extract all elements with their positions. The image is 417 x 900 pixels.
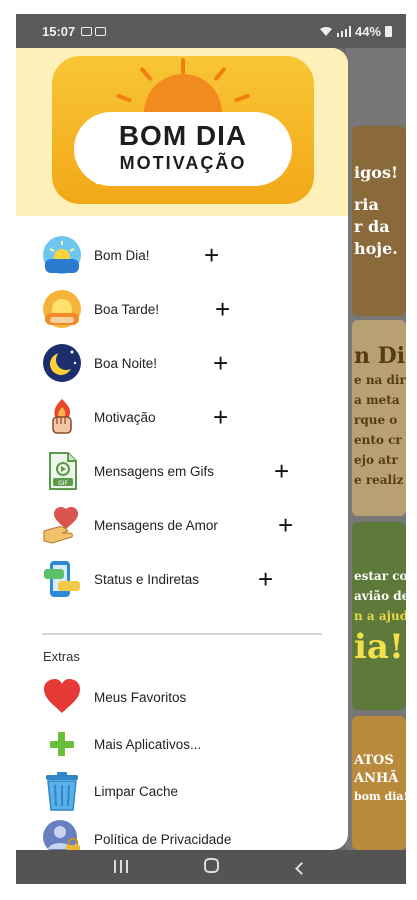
- back-icon: [294, 861, 308, 875]
- logo-title: BOM DIA: [118, 120, 248, 151]
- menu-item-label: Mensagens em Gifs: [94, 463, 215, 479]
- menu-item-label: Política de Privacidade: [94, 831, 232, 847]
- gif-file-icon: GIF: [49, 452, 77, 490]
- expand-plus-icon[interactable]: +: [278, 512, 293, 538]
- signal-icon: [336, 25, 351, 37]
- recents-icon: [114, 859, 128, 873]
- logo-subtitle: MOTIVAÇÃO: [119, 153, 247, 173]
- image-notification-icon: [81, 26, 93, 36]
- app-logo: BOM DIA MOTIVAÇÃO: [52, 56, 314, 204]
- hand-heart-icon: [43, 506, 78, 544]
- phone-chat-icon: [44, 561, 80, 597]
- status-bar: 15:07 44%: [16, 14, 406, 48]
- home-button[interactable]: [191, 857, 231, 878]
- drawer-header: BOM DIA MOTIVAÇÃO: [16, 48, 348, 216]
- background-card[interactable]: igos! ria r da hoje.: [352, 126, 406, 316]
- card-text: ia!: [354, 627, 404, 667]
- card-text: igos!: [354, 163, 398, 182]
- card-text: hoje.: [354, 239, 398, 258]
- battery-percent: 44%: [354, 23, 381, 39]
- notification-icons: [81, 26, 107, 36]
- sunset-icon: [43, 290, 81, 328]
- green-plus-icon: [50, 732, 74, 756]
- menu-item-label: Mensagens de Amor: [94, 517, 218, 533]
- expand-plus-icon[interactable]: +: [213, 404, 228, 430]
- card-text: n a ajuda: [354, 609, 406, 623]
- status-time: 15:07: [42, 23, 76, 39]
- wifi-icon: [319, 26, 332, 36]
- menu-item-label: Mais Aplicativos...: [94, 736, 202, 752]
- menu-item-boa-tarde[interactable]: Boa Tarde! +: [16, 284, 348, 334]
- recents-button[interactable]: [101, 857, 141, 878]
- card-text: ANHÃ: [354, 771, 399, 786]
- menu-item-label: Limpar Cache: [94, 783, 179, 799]
- background-card[interactable]: ATOS ANHÃ bom dia!: [352, 716, 406, 850]
- fist-flame-icon: [52, 399, 72, 434]
- moon-icon: [43, 344, 81, 382]
- extras-section-title: Extras: [43, 649, 80, 664]
- card-text: r da: [354, 217, 390, 236]
- menu-item-motivacao[interactable]: Motivação +: [16, 392, 348, 442]
- card-text: ATOS: [354, 753, 394, 768]
- sun-ray: [181, 58, 185, 74]
- menu-item-label: Boa Tarde!: [94, 301, 160, 317]
- menu-item-label: Bom Dia!: [94, 247, 150, 263]
- sun-ray: [139, 66, 153, 82]
- card-text: ento cr: [354, 433, 402, 447]
- menu-item-status[interactable]: Status e Indiretas +: [16, 554, 348, 604]
- card-text: ria: [354, 195, 379, 214]
- card-text: bom dia!: [354, 790, 406, 803]
- home-icon: [203, 857, 219, 873]
- background-card[interactable]: n Di e na dir a meta rque o ento cr ejo …: [352, 320, 406, 516]
- menu-item-limpar-cache[interactable]: Limpar Cache: [16, 766, 348, 816]
- navigation-drawer: BOM DIA MOTIVAÇÃO Bom Dia! + Boa Tarde! …: [16, 48, 348, 850]
- menu-item-label: Boa Noite!: [94, 355, 158, 371]
- expand-plus-icon[interactable]: +: [204, 242, 219, 268]
- expand-plus-icon[interactable]: +: [258, 566, 273, 592]
- card-text: ejo atr: [354, 453, 398, 467]
- card-text: rque o: [354, 413, 398, 427]
- sun-ray: [213, 66, 227, 82]
- card-text: n Di: [354, 343, 406, 369]
- card-text: e realiz: [354, 473, 404, 487]
- card-text: e na dir: [354, 373, 406, 387]
- menu-item-bom-dia[interactable]: Bom Dia! +: [16, 230, 348, 280]
- background-feed: igos! ria r da hoje. n Di e na dir a met…: [346, 48, 406, 850]
- phone-screen: 15:07 44% igos! ria r da hoje. n Di e na…: [16, 14, 406, 884]
- message-notification-icon: [95, 26, 107, 36]
- menu-item-mais-aplicativos[interactable]: Mais Aplicativos...: [16, 719, 348, 769]
- menu-item-label: Motivação: [94, 409, 156, 425]
- system-nav-bar: [16, 850, 406, 884]
- menu-item-amor[interactable]: Mensagens de Amor +: [16, 500, 348, 550]
- menu-item-label: Meus Favoritos: [94, 689, 187, 705]
- menu-item-gifs[interactable]: GIF Mensagens em Gifs +: [16, 446, 348, 496]
- expand-plus-icon[interactable]: +: [274, 458, 289, 484]
- battery-icon: [385, 25, 392, 37]
- menu-divider: [42, 633, 322, 635]
- status-right: 44%: [319, 24, 392, 39]
- sun-ray: [233, 93, 251, 103]
- card-text: avião de: [354, 589, 406, 603]
- back-button[interactable]: [281, 857, 321, 878]
- card-text: a meta: [354, 393, 400, 407]
- heart-icon: [44, 679, 80, 713]
- user-lock-icon: [43, 820, 80, 850]
- menu-item-favoritos[interactable]: Meus Favoritos: [16, 672, 348, 722]
- background-card[interactable]: estar co avião de n a ajuda ia!: [352, 522, 406, 710]
- menu-item-privacidade[interactable]: Política de Privacidade: [16, 814, 348, 850]
- expand-plus-icon[interactable]: +: [213, 350, 228, 376]
- svg-text:GIF: GIF: [58, 480, 68, 487]
- trash-icon: [46, 772, 78, 811]
- menu-item-label: Status e Indiretas: [94, 571, 200, 587]
- card-text: estar co: [354, 569, 406, 583]
- sunrise-icon: [43, 236, 81, 274]
- menu-item-boa-noite[interactable]: Boa Noite! +: [16, 338, 348, 388]
- speech-bubble: BOM DIA MOTIVAÇÃO: [74, 112, 292, 186]
- sun-ray: [115, 93, 133, 103]
- expand-plus-icon[interactable]: +: [215, 296, 230, 322]
